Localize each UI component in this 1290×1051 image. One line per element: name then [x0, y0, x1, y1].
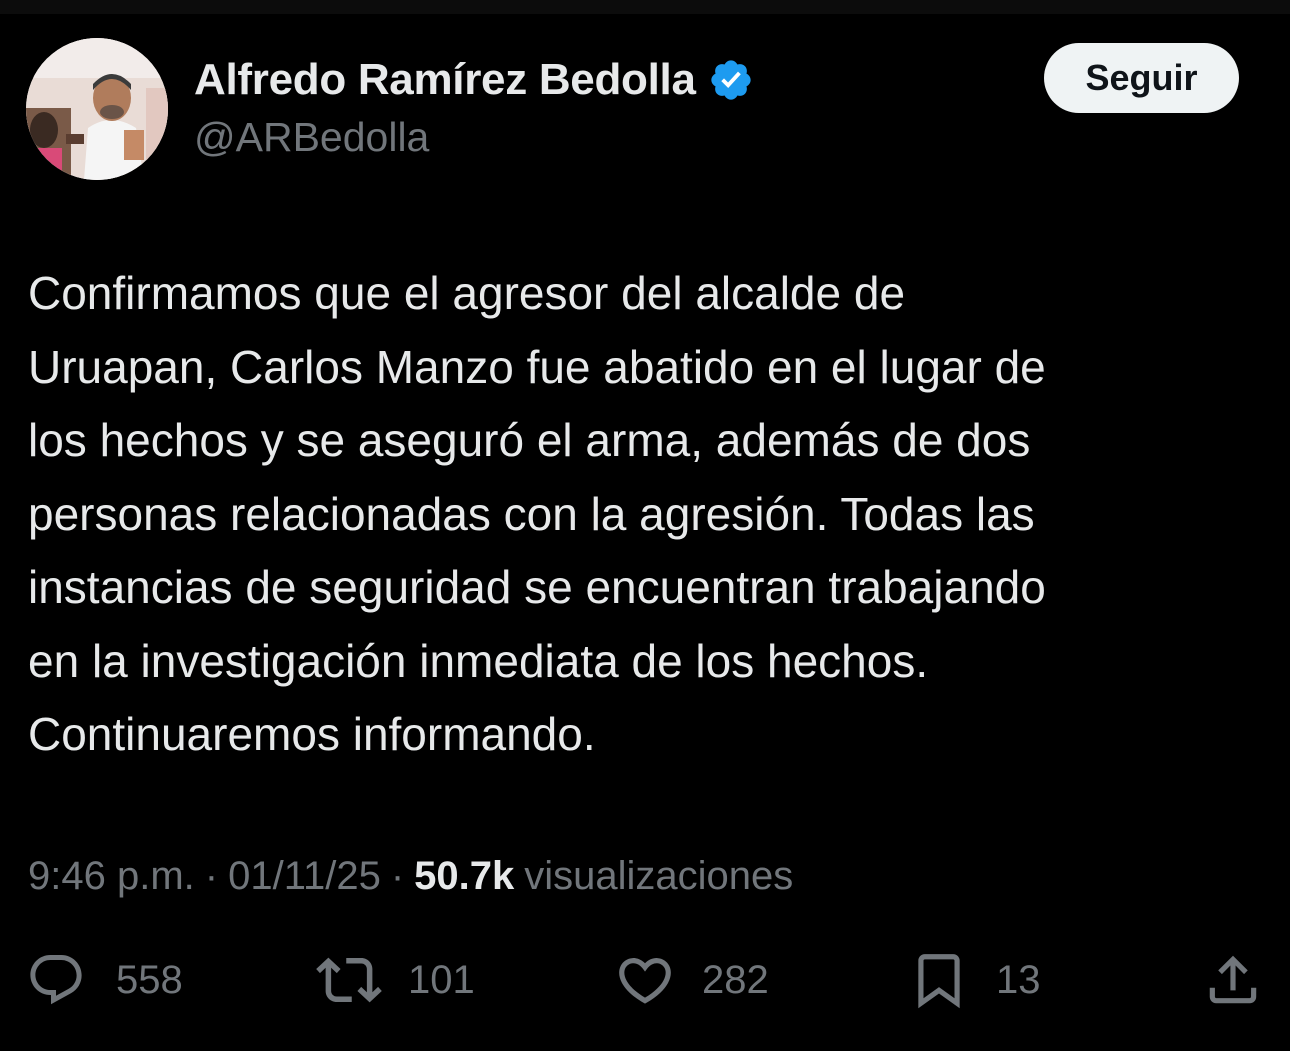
tweet-text-line: Confirmamos que el agresor del alcalde d…	[28, 267, 906, 319]
tweet-text-line: personas relacionadas con la agresión. T…	[28, 487, 1035, 540]
avatar[interactable]	[26, 38, 168, 180]
action-bar: 558 101 282 13	[0, 940, 1290, 1020]
views-count: 50.7k	[414, 853, 515, 898]
tweet-date[interactable]: 01/11/25	[228, 854, 381, 899]
like-button[interactable]: 282	[614, 940, 769, 1020]
tweet-text-line: Continuaremos informando.	[28, 708, 596, 760]
avatar-photo	[26, 38, 168, 180]
views-label: visualizaciones	[524, 853, 794, 898]
tweet-text-line: en la investigación inmediata de los hec…	[28, 634, 929, 687]
reply-button[interactable]: 558	[26, 940, 183, 1020]
repost-icon	[316, 957, 382, 1003]
follow-button[interactable]: Seguir	[1044, 43, 1239, 113]
like-count: 282	[702, 957, 769, 1002]
bookmark-icon	[918, 954, 960, 1009]
verified-badge-icon[interactable]	[708, 57, 754, 103]
reply-icon	[30, 955, 82, 1005]
share-button[interactable]	[1202, 940, 1264, 1020]
tweet-text-line: instancias de seguridad se encuentran tr…	[28, 561, 1046, 613]
share-icon	[1209, 955, 1257, 1004]
repost-count: 101	[408, 957, 475, 1002]
top-strip	[0, 0, 1290, 14]
display-name[interactable]: Alfredo Ramírez Bedolla	[194, 55, 696, 105]
name-row: Alfredo Ramírez Bedolla	[194, 50, 754, 110]
meta-separator: ·	[390, 853, 405, 898]
tweet-text: Confirmamos que el agresor del alcalde d…	[28, 257, 1268, 772]
tweet-time[interactable]: 9:46 p.m.	[28, 854, 195, 899]
user-handle[interactable]: @ARBedolla	[194, 114, 429, 161]
tweet-meta: 9:46 p.m. · 01/11/25 · 50.7k visualizaci…	[28, 848, 793, 904]
repost-button[interactable]: 101	[316, 940, 475, 1020]
bookmark-button[interactable]: 13	[908, 940, 1041, 1020]
reply-count: 558	[116, 957, 183, 1002]
bookmark-count: 13	[996, 957, 1041, 1002]
tweet-text-line: Uruapan, Carlos Manzo fue abatido en el …	[28, 340, 1046, 393]
meta-separator: ·	[204, 853, 219, 898]
heart-icon	[619, 958, 671, 1004]
tweet-text-line: los hechos y se aseguró el arma, además …	[28, 414, 1031, 466]
